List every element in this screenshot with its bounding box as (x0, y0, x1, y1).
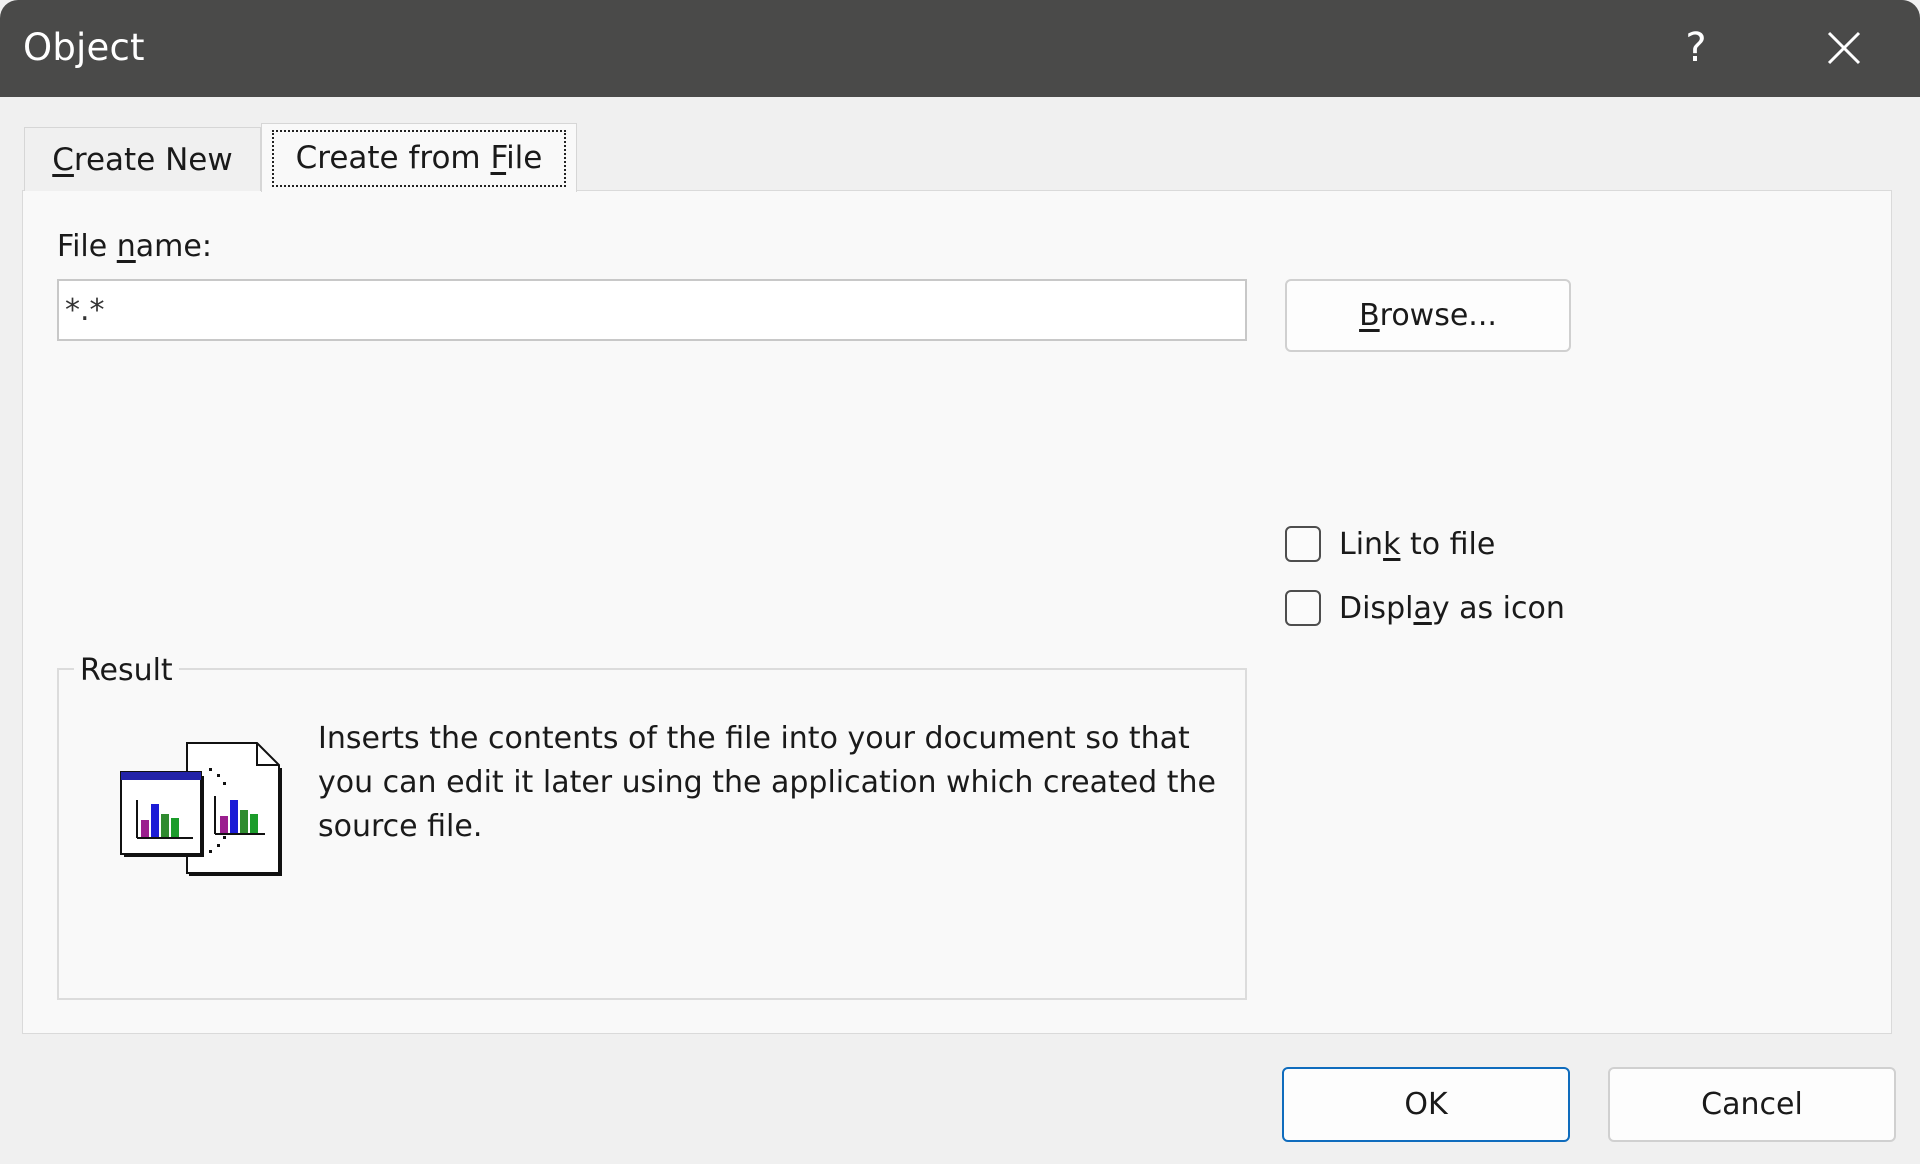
result-description: Inserts the contents of the file into yo… (318, 721, 1216, 844)
filename-label: File name: (57, 229, 212, 264)
tab-create-new[interactable]: Create New (24, 127, 261, 191)
display-as-icon-label: Display as icon (1339, 590, 1565, 626)
ok-button[interactable]: OK (1282, 1067, 1570, 1142)
tab-create-new-label: Create New (52, 141, 233, 178)
browse-button[interactable]: Browse... (1285, 279, 1571, 352)
filename-input[interactable] (57, 279, 1247, 341)
display-as-icon-option[interactable]: Display as icon (1285, 590, 1565, 626)
tab-create-from-file[interactable]: Create from File (261, 123, 577, 192)
display-as-icon-checkbox[interactable] (1285, 590, 1321, 626)
title-bar: Object ? (0, 0, 1920, 97)
link-to-file-option[interactable]: Link to file (1285, 526, 1495, 562)
result-legend: Result (74, 653, 179, 688)
object-dialog: Object ? Create New Create from File Fil… (0, 0, 1920, 1164)
close-icon (1827, 31, 1861, 65)
window-title: Object (23, 26, 145, 69)
tab-create-from-file-label: Create from File (271, 129, 567, 187)
link-to-file-label: Link to file (1339, 526, 1496, 562)
cancel-button[interactable]: Cancel (1608, 1067, 1896, 1142)
embedded-chart-document-icon (117, 738, 292, 882)
help-button[interactable]: ? (1651, 18, 1741, 78)
link-to-file-checkbox[interactable] (1285, 526, 1321, 562)
close-button[interactable] (1799, 18, 1889, 78)
